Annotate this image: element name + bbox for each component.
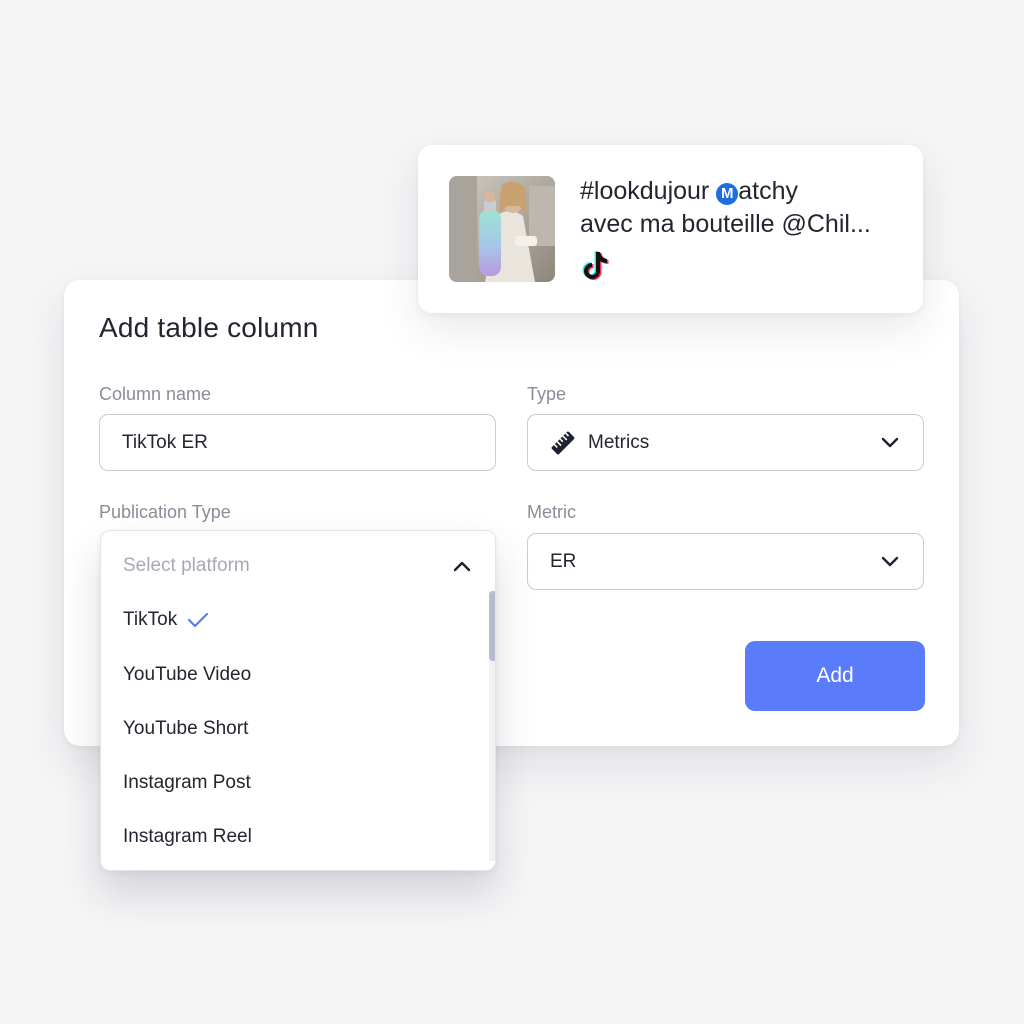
- select-placeholder: Select platform: [123, 555, 250, 576]
- publication-type-dropdown[interactable]: Select platform TikTok YouTube Video You…: [100, 530, 496, 871]
- option-label: Instagram Reel: [123, 826, 252, 847]
- column-name-label: Column name: [99, 384, 212, 404]
- post-preview-card[interactable]: #lookdujour Matchy avec ma bouteille @Ch…: [418, 145, 923, 313]
- chevron-down-icon: [879, 432, 901, 454]
- option-tiktok[interactable]: TikTok: [123, 609, 209, 631]
- type-select[interactable]: Metrics: [527, 414, 924, 471]
- column-name-value: TikTok ER: [122, 431, 208, 453]
- option-youtube-video[interactable]: YouTube Video: [123, 664, 251, 686]
- dialog-title: Add table column: [99, 312, 319, 343]
- option-instagram-reel[interactable]: Instagram Reel: [123, 826, 252, 848]
- post-caption: #lookdujour Matchy avec ma bouteille @Ch…: [580, 175, 900, 241]
- ruler-icon: [550, 430, 576, 456]
- publication-type-select[interactable]: Select platform: [101, 531, 495, 601]
- add-button[interactable]: Add: [745, 641, 925, 711]
- type-label: Type: [527, 384, 567, 404]
- option-youtube-short[interactable]: YouTube Short: [123, 718, 248, 740]
- post-caption-line2: avec ma bouteille @Chil...: [580, 210, 871, 238]
- metric-label: Metric: [527, 502, 576, 522]
- option-label: TikTok: [123, 609, 178, 630]
- option-label: Instagram Post: [123, 772, 251, 793]
- post-hashtag: #lookdujour: [580, 177, 710, 205]
- type-value: Metrics: [588, 431, 650, 453]
- post-thumbnail: [449, 176, 555, 282]
- chevron-up-icon: [451, 555, 473, 577]
- tiktok-icon: [580, 249, 610, 281]
- chevron-down-icon: [879, 551, 901, 573]
- post-title-rest: atchy: [738, 177, 798, 205]
- scrollbar-thumb[interactable]: [489, 591, 495, 661]
- publication-type-label: Publication Type: [99, 502, 231, 522]
- metric-value: ER: [550, 550, 577, 572]
- column-name-input[interactable]: TikTok ER: [99, 414, 496, 471]
- option-instagram-post[interactable]: Instagram Post: [123, 772, 251, 794]
- option-label: YouTube Video: [123, 664, 252, 685]
- metric-select[interactable]: ER: [527, 533, 924, 590]
- option-label: YouTube Short: [123, 718, 249, 739]
- check-icon: [187, 611, 209, 629]
- m-badge-icon: M: [716, 182, 739, 205]
